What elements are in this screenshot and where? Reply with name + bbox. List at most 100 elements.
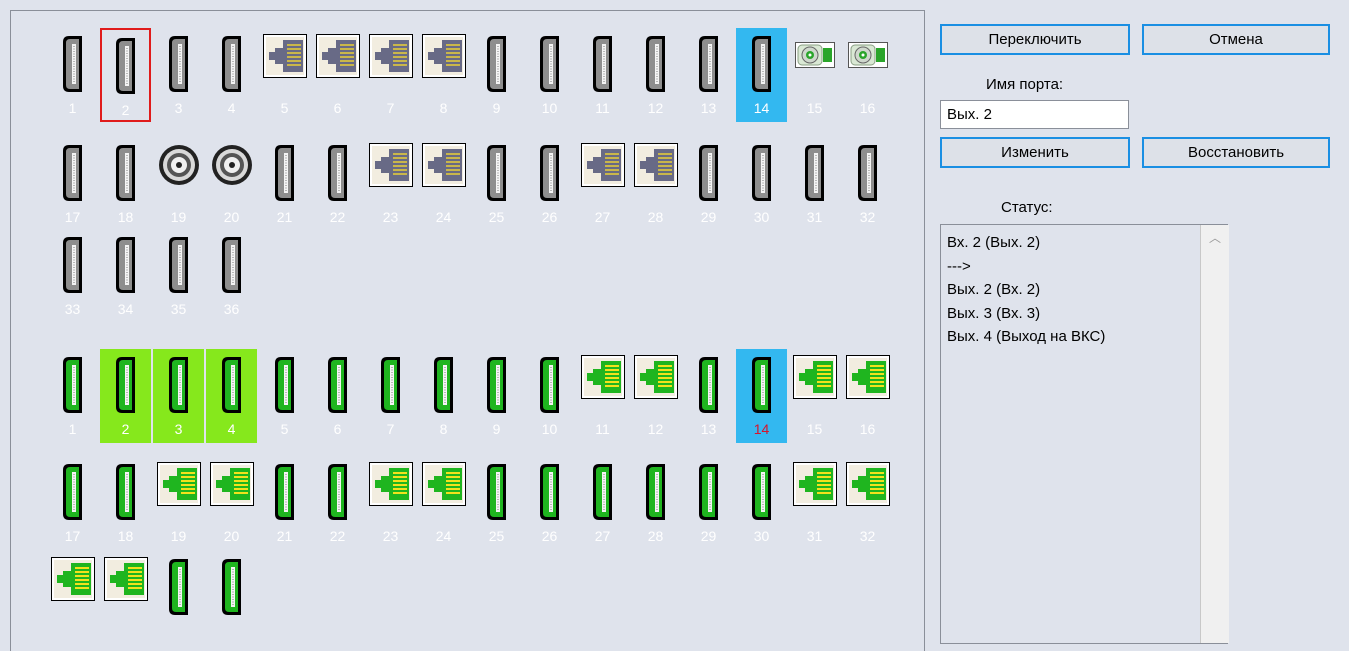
input-port[interactable]: 32 (842, 137, 893, 231)
output-port[interactable]: 6 (312, 349, 363, 443)
input-port[interactable]: 9 (471, 28, 522, 122)
output-port[interactable]: 27 (577, 456, 628, 550)
port-number: 20 (223, 528, 240, 544)
output-port[interactable]: 16 (842, 349, 893, 443)
input-port[interactable]: 7 (365, 28, 416, 122)
output-port[interactable]: 10 (524, 349, 575, 443)
output-port[interactable]: 11 (577, 349, 628, 443)
output-port[interactable]: 17 (47, 456, 98, 550)
output-port[interactable]: 8 (418, 349, 469, 443)
output-port[interactable] (47, 551, 98, 645)
output-port[interactable] (206, 551, 257, 645)
input-port[interactable]: 31 (789, 137, 840, 231)
output-port[interactable]: 13 (683, 349, 734, 443)
input-port[interactable]: 29 (683, 137, 734, 231)
input-port[interactable]: 4 (206, 28, 257, 122)
output-port[interactable] (153, 551, 204, 645)
status-list[interactable]: Вх. 2 (Вых. 2) ---> Вых. 2 (Вх. 2) Вых. 3 (… (940, 224, 1229, 644)
output-port[interactable]: 19 (153, 456, 204, 550)
port-number: 8 (439, 421, 448, 437)
output-port[interactable]: 32 (842, 456, 893, 550)
output-port[interactable]: 4 (206, 349, 257, 443)
input-port[interactable]: 14 (736, 28, 787, 122)
input-port[interactable]: 28 (630, 137, 681, 231)
output-port[interactable]: 2 (100, 349, 151, 443)
port-number: 16 (859, 421, 876, 437)
input-port[interactable]: 26 (524, 137, 575, 231)
output-port[interactable]: 30 (736, 456, 787, 550)
input-port[interactable]: 17 (47, 137, 98, 231)
input-port[interactable]: 21 (259, 137, 310, 231)
input-port[interactable]: 16 (842, 28, 893, 122)
output-port[interactable]: 31 (789, 456, 840, 550)
input-port[interactable]: 34 (100, 229, 151, 323)
output-port[interactable]: 29 (683, 456, 734, 550)
port-number: 32 (859, 209, 876, 225)
output-port[interactable]: 26 (524, 456, 575, 550)
port-name-input[interactable] (940, 100, 1129, 129)
port-number: 1 (68, 100, 77, 116)
output-port[interactable]: 15 (789, 349, 840, 443)
switch-button[interactable]: Переключить (940, 24, 1130, 55)
port-number: 29 (700, 209, 717, 225)
input-port[interactable]: 2 (100, 28, 151, 122)
input-port[interactable]: 27 (577, 137, 628, 231)
output-port[interactable]: 20 (206, 456, 257, 550)
output-port[interactable]: 24 (418, 456, 469, 550)
input-port[interactable]: 13 (683, 28, 734, 122)
port-number: 17 (64, 209, 81, 225)
output-port[interactable]: 3 (153, 349, 204, 443)
rj45-port-icon (100, 557, 151, 617)
output-port[interactable]: 14 (736, 349, 787, 443)
status-line: Вых. 3 (Вх. 3) (947, 304, 1041, 322)
output-port[interactable]: 18 (100, 456, 151, 550)
chevron-up-icon[interactable]: ︿ (1201, 229, 1229, 246)
hdmi-port-icon (736, 34, 787, 94)
output-port[interactable]: 5 (259, 349, 310, 443)
port-number: 7 (386, 100, 395, 116)
status-scrollbar[interactable]: ︿ (1200, 225, 1229, 643)
port-number: 6 (333, 421, 342, 437)
input-port[interactable]: 20 (206, 137, 257, 231)
port-number: 12 (647, 100, 664, 116)
input-port[interactable]: 5 (259, 28, 310, 122)
input-port[interactable]: 12 (630, 28, 681, 122)
cancel-button[interactable]: Отмена (1142, 24, 1330, 55)
input-port[interactable]: 1 (47, 28, 98, 122)
input-port[interactable]: 35 (153, 229, 204, 323)
output-port[interactable]: 1 (47, 349, 98, 443)
output-port[interactable] (100, 551, 151, 645)
input-port[interactable]: 18 (100, 137, 151, 231)
input-port[interactable]: 10 (524, 28, 575, 122)
output-port[interactable]: 28 (630, 456, 681, 550)
output-port[interactable]: 25 (471, 456, 522, 550)
output-port[interactable]: 23 (365, 456, 416, 550)
input-port[interactable]: 33 (47, 229, 98, 323)
input-port[interactable]: 3 (153, 28, 204, 122)
input-port[interactable]: 8 (418, 28, 469, 122)
restore-button[interactable]: Восстановить (1142, 137, 1330, 168)
change-button[interactable]: Изменить (940, 137, 1130, 168)
port-number: 27 (594, 209, 611, 225)
output-port[interactable]: 21 (259, 456, 310, 550)
output-port[interactable]: 9 (471, 349, 522, 443)
input-port[interactable]: 36 (206, 229, 257, 323)
output-port[interactable]: 22 (312, 456, 363, 550)
input-port[interactable]: 15 (789, 28, 840, 122)
input-port[interactable]: 23 (365, 137, 416, 231)
input-port[interactable]: 11 (577, 28, 628, 122)
input-port[interactable]: 19 (153, 137, 204, 231)
status-label: Статус: (1001, 199, 1053, 216)
port-number: 29 (700, 528, 717, 544)
output-port[interactable]: 7 (365, 349, 416, 443)
hdmi-port-icon (47, 143, 98, 203)
input-port[interactable]: 22 (312, 137, 363, 231)
hdmi-port-icon (630, 462, 681, 522)
input-port[interactable]: 25 (471, 137, 522, 231)
input-port[interactable]: 24 (418, 137, 469, 231)
hdmi-port-icon (259, 462, 310, 522)
input-port[interactable]: 6 (312, 28, 363, 122)
output-port[interactable]: 12 (630, 349, 681, 443)
hdmi-port-icon (100, 355, 151, 415)
input-port[interactable]: 30 (736, 137, 787, 231)
